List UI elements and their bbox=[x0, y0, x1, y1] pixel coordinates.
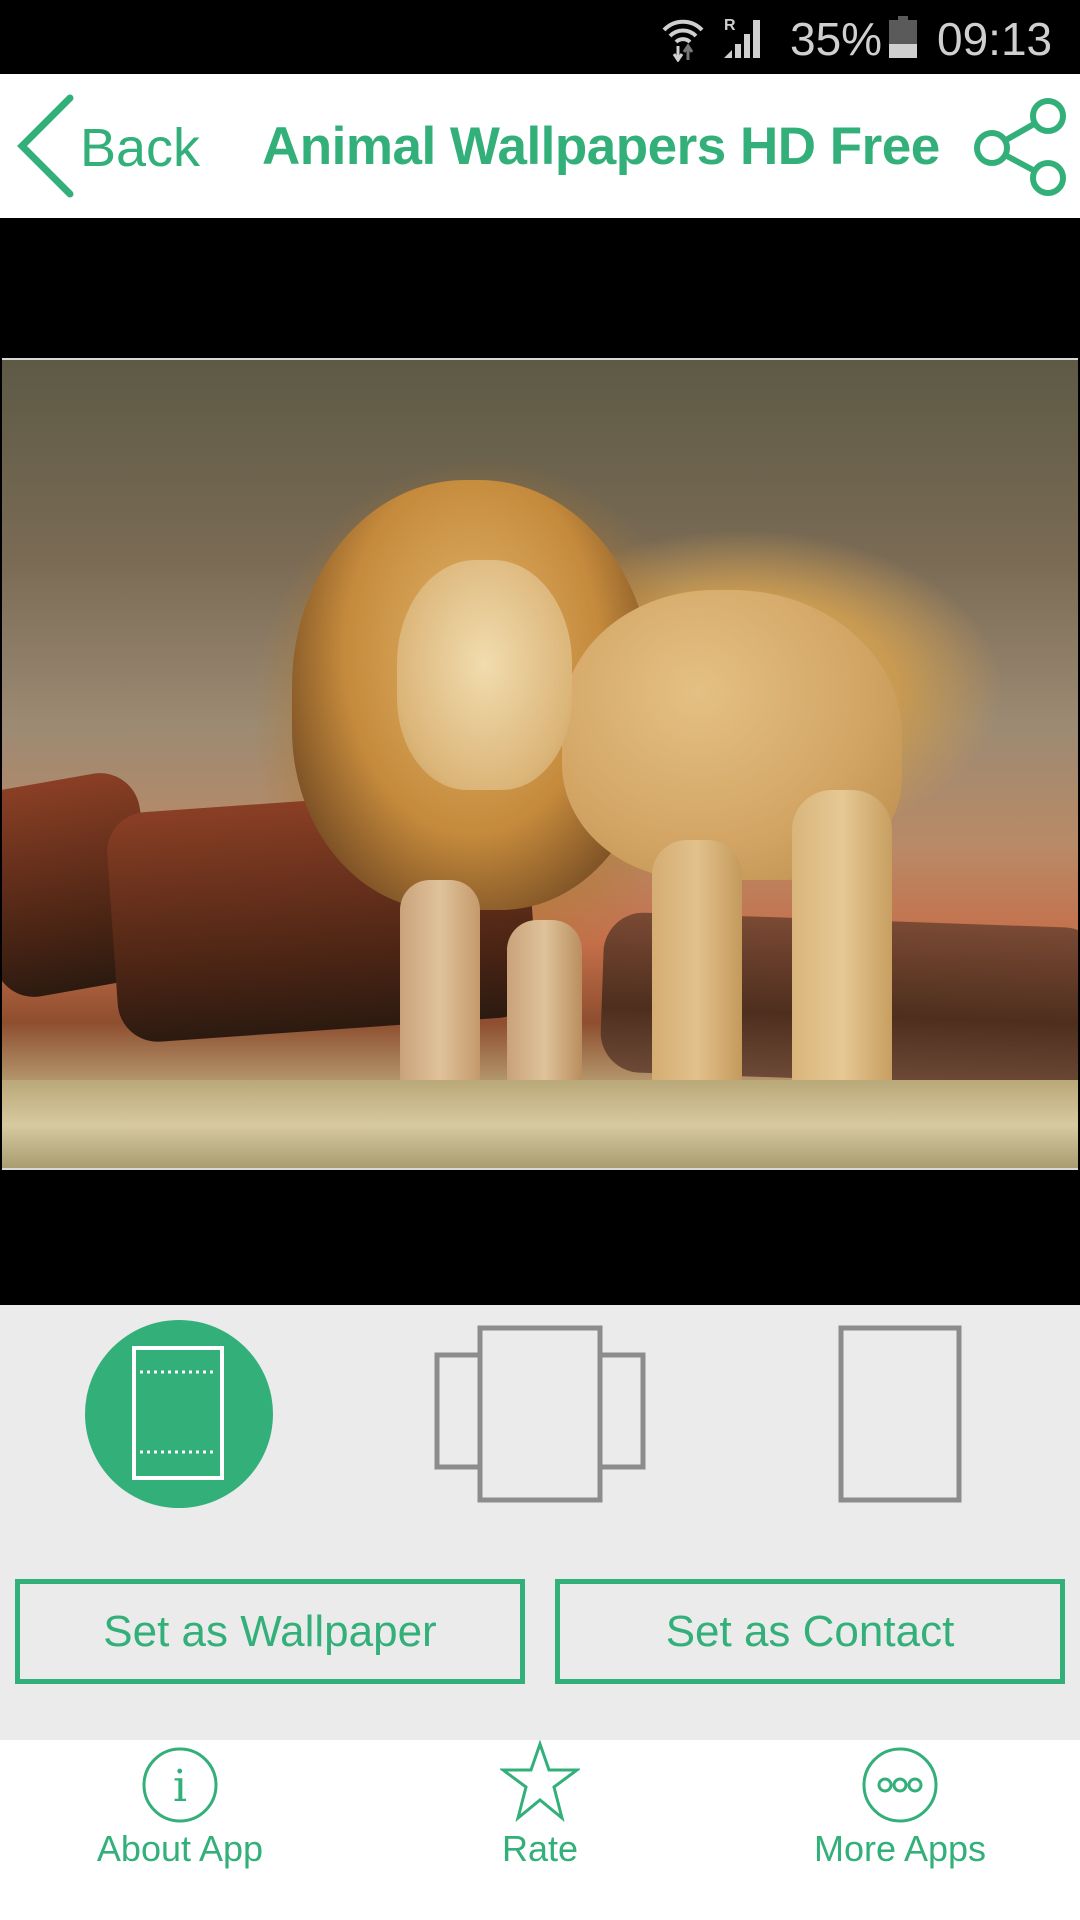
svg-text:R: R bbox=[724, 17, 736, 34]
single-screen-icon bbox=[838, 1325, 962, 1503]
app-header: Back Animal Wallpapers HD Free bbox=[0, 74, 1080, 218]
more-icon bbox=[862, 1747, 938, 1823]
fit-screen-mode-button[interactable] bbox=[85, 1320, 273, 1508]
page-title: Animal Wallpapers HD Free bbox=[262, 117, 940, 176]
signal-roaming-icon: R bbox=[724, 17, 760, 58]
control-panel: Set as Wallpaper Set as Contact bbox=[0, 1305, 1080, 1740]
status-bar: R 35% 09:13 bbox=[0, 0, 1080, 74]
back-label: Back bbox=[80, 118, 201, 178]
battery-icon bbox=[889, 16, 917, 58]
lion-face bbox=[397, 560, 572, 790]
scrolling-mode-button[interactable] bbox=[434, 1325, 646, 1505]
nav-label: Rate bbox=[501, 1828, 579, 1869]
chevron-left-icon bbox=[17, 94, 74, 198]
nav-label: More Apps bbox=[813, 1828, 987, 1869]
fit-screen-icon bbox=[132, 1346, 224, 1480]
nav-about-app[interactable]: i About App bbox=[30, 1740, 330, 1920]
single-screen-mode-button[interactable] bbox=[838, 1325, 964, 1505]
clock: 09:13 bbox=[937, 13, 1053, 65]
star-icon bbox=[500, 1740, 580, 1823]
wallpaper-preview[interactable] bbox=[2, 358, 1078, 1170]
wifi-icon bbox=[662, 19, 704, 62]
set-as-wallpaper-button[interactable]: Set as Wallpaper bbox=[15, 1579, 525, 1684]
scrolling-screens-icon bbox=[434, 1325, 646, 1503]
share-button[interactable] bbox=[970, 96, 1070, 196]
share-icon bbox=[974, 98, 1066, 196]
nav-rate[interactable]: Rate bbox=[390, 1740, 690, 1920]
battery-percent: 35% bbox=[790, 13, 883, 65]
info-icon: i bbox=[142, 1747, 218, 1823]
svg-text:i: i bbox=[173, 1761, 187, 1812]
nav-label: About App bbox=[96, 1828, 264, 1869]
set-as-contact-button[interactable]: Set as Contact bbox=[555, 1579, 1065, 1684]
back-button[interactable]: Back bbox=[10, 94, 200, 198]
nav-more-apps[interactable]: More Apps bbox=[750, 1740, 1050, 1920]
ground bbox=[2, 1080, 1078, 1168]
bottom-nav: i About App Rate More Apps bbox=[0, 1740, 1080, 1920]
